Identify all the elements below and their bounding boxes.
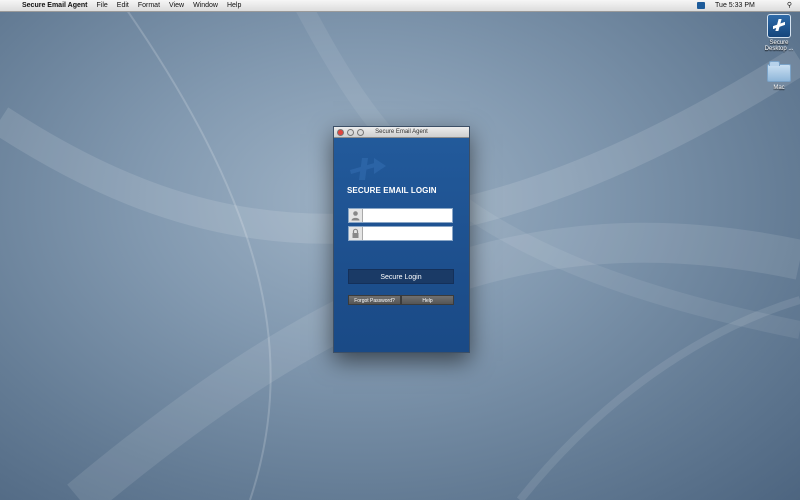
menu-help[interactable]: Help [227,0,241,11]
secondary-buttons: Forgot Password? Help [348,295,454,305]
menu-clock[interactable]: Tue 5:33 PM [715,0,755,11]
password-input[interactable] [364,227,450,240]
menu-window[interactable]: Window [193,0,218,11]
menu-extras: Tue 5:33 PM ⚲ [697,0,792,11]
minimize-window-icon[interactable] [347,129,354,136]
login-panel: SECURE EMAIL LOGIN Secure Login Forgot P… [334,138,469,352]
desktop-icon-label: Mac [773,85,785,91]
window-title: Secure Email Agent [375,129,428,135]
secure-agent-app-icon [767,14,791,38]
menu-view[interactable]: View [169,0,184,11]
login-window: Secure Email Agent SECURE EMAIL LOGIN Se… [333,126,470,353]
logo-watermark-icon [350,158,386,180]
window-controls [337,129,367,136]
username-input[interactable] [364,209,450,222]
desktop-icon-secure-desktop[interactable]: Secure Desktop ... [762,14,796,52]
close-window-icon[interactable] [337,129,344,136]
window-titlebar[interactable]: Secure Email Agent [334,127,469,138]
help-button[interactable]: Help [401,295,454,305]
desktop-icon-mac-folder[interactable]: Mac [764,61,794,91]
username-field[interactable] [348,208,453,223]
menu-file[interactable]: File [97,0,108,11]
zoom-window-icon[interactable] [357,129,364,136]
secure-login-button[interactable]: Secure Login [348,269,454,284]
menu-edit[interactable]: Edit [117,0,129,11]
menu-format[interactable]: Format [138,0,160,11]
user-icon [349,209,363,222]
menu-list: Secure Email Agent File Edit Format View… [22,0,250,11]
folder-icon [767,61,791,82]
menu-bar: Secure Email Agent File Edit Format View… [0,0,800,12]
forgot-password-button[interactable]: Forgot Password? [348,295,401,305]
desktop-icon-label: Secure Desktop ... [764,40,794,52]
spotlight-search-icon[interactable]: ⚲ [787,0,792,11]
password-field[interactable] [348,226,453,241]
login-heading: SECURE EMAIL LOGIN [347,186,437,195]
menu-app-name[interactable]: Secure Email Agent [22,0,88,11]
tray-app-icon[interactable] [697,2,706,9]
lock-icon [349,227,363,240]
